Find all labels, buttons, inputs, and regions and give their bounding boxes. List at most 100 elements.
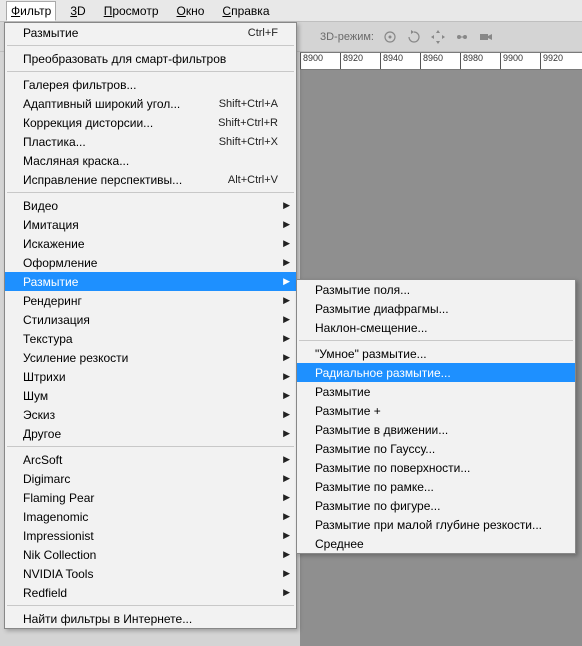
menu-item[interactable]: Искажение▶	[5, 234, 296, 253]
menu-item[interactable]: Шум▶	[5, 386, 296, 405]
menu-item[interactable]: РазмытиеCtrl+F	[5, 23, 296, 42]
submenu-item[interactable]: Наклон-смещение...	[297, 318, 575, 337]
menu-item[interactable]: NVIDIA Tools ▶	[5, 564, 296, 583]
menubar-item[interactable]: Справка	[218, 2, 273, 20]
submenu-item[interactable]: Размытие при малой глубине резкости...	[297, 515, 575, 534]
submenu-arrow-icon: ▶	[283, 568, 290, 579]
roll-icon[interactable]	[406, 29, 422, 45]
menu-item[interactable]: Эскиз▶	[5, 405, 296, 424]
submenu-arrow-icon: ▶	[283, 371, 290, 382]
submenu-item[interactable]: "Умное" размытие...	[297, 344, 575, 363]
menubar-item[interactable]: 3D	[66, 2, 89, 20]
menu-item[interactable]: Штрихи▶	[5, 367, 296, 386]
submenu-arrow-icon: ▶	[283, 200, 290, 211]
menu-item[interactable]: Видео ▶	[5, 196, 296, 215]
menubar-item[interactable]: Окно	[173, 2, 209, 20]
menu-item[interactable]: ArcSoft▶	[5, 450, 296, 469]
menu-item-label: Оформление	[23, 256, 278, 270]
menu-item-label: "Умное" размытие...	[315, 347, 557, 361]
menu-item-label: Размытие	[23, 26, 248, 40]
submenu-arrow-icon: ▶	[283, 454, 290, 465]
orbit-icon[interactable]	[382, 29, 398, 45]
menu-item[interactable]: Имитация▶	[5, 215, 296, 234]
menu-item-label: Усиление резкости	[23, 351, 278, 365]
menu-item-label: Видео	[23, 199, 278, 213]
menu-item[interactable]: Imagenomic ▶	[5, 507, 296, 526]
submenu-item[interactable]: Размытие по Гауссу...	[297, 439, 575, 458]
menu-item-label: Digimarc	[23, 472, 278, 486]
camera-icon[interactable]	[478, 29, 494, 45]
menu-item[interactable]: Размытие▶	[5, 272, 296, 291]
slide-icon[interactable]	[454, 29, 470, 45]
submenu-arrow-icon: ▶	[283, 549, 290, 560]
submenu-item[interactable]: Размытие +	[297, 401, 575, 420]
menubar-item[interactable]: Просмотр	[100, 2, 163, 20]
menu-item-label: Impressionist	[23, 529, 278, 543]
menu-item[interactable]: Галерея фильтров...	[5, 75, 296, 94]
submenu-item[interactable]: Размытие в движении...	[297, 420, 575, 439]
submenu-item[interactable]: Размытие по рамке...	[297, 477, 575, 496]
menu-item[interactable]: Найти фильтры в Интернете...	[5, 609, 296, 628]
menu-item-label: Исправление перспективы...	[23, 173, 228, 187]
ruler-tick: 9900	[500, 53, 540, 69]
menu-item[interactable]: Текстура▶	[5, 329, 296, 348]
menu-item-label: Размытие +	[315, 404, 557, 418]
submenu-item[interactable]: Радиальное размытие...	[297, 363, 575, 382]
menu-item-label: Адаптивный широкий угол...	[23, 97, 219, 111]
submenu-arrow-icon: ▶	[283, 276, 290, 287]
ruler-tick: 8920	[340, 53, 380, 69]
menu-item[interactable]: Исправление перспективы...Alt+Ctrl+V	[5, 170, 296, 189]
ruler-tick: 9920	[540, 53, 580, 69]
blur-submenu: Размытие поля... Размытие диафрагмы... Нак…	[296, 279, 576, 554]
submenu-item[interactable]: Размытие	[297, 382, 575, 401]
menu-item-label: Размытие по рамке...	[315, 480, 557, 494]
submenu-item[interactable]: Размытие поля...	[297, 280, 575, 299]
menu-item[interactable]: Flaming Pear▶	[5, 488, 296, 507]
submenu-arrow-icon: ▶	[283, 390, 290, 401]
submenu-item[interactable]: Среднее	[297, 534, 575, 553]
submenu-arrow-icon: ▶	[283, 511, 290, 522]
menu-item-label: Размытие диафрагмы...	[315, 302, 557, 316]
menu-item[interactable]: Оформление ▶	[5, 253, 296, 272]
menu-item[interactable]: Digimarc▶	[5, 469, 296, 488]
menu-separator	[7, 71, 294, 72]
menu-separator	[7, 192, 294, 193]
menu-item-label: Галерея фильтров...	[23, 78, 278, 92]
menu-item[interactable]: Redfield▶	[5, 583, 296, 602]
menu-item-label: Размытие по фигуре...	[315, 499, 557, 513]
submenu-item[interactable]: Размытие по поверхности...	[297, 458, 575, 477]
menu-separator	[299, 340, 573, 341]
pan-icon[interactable]	[430, 29, 446, 45]
menu-item[interactable]: Масляная краска...	[5, 151, 296, 170]
menu-item[interactable]: Адаптивный широкий угол...Shift+Ctrl+A	[5, 94, 296, 113]
menubar-item[interactable]: Фильтр	[6, 1, 56, 21]
menu-item-shortcut: Alt+Ctrl+V	[228, 174, 278, 186]
submenu-arrow-icon: ▶	[283, 257, 290, 268]
menu-item-label: Imagenomic	[23, 510, 278, 524]
submenu-item[interactable]: Размытие по фигуре...	[297, 496, 575, 515]
menu-item-label: Рендеринг	[23, 294, 278, 308]
menu-item-label: Размытие поля...	[315, 283, 557, 297]
menu-item-label: NVIDIA Tools	[23, 567, 278, 581]
menu-item-label: Стилизация	[23, 313, 278, 327]
menu-item[interactable]: Пластика...Shift+Ctrl+X	[5, 132, 296, 151]
menu-item[interactable]: Коррекция дисторсии...Shift+Ctrl+R	[5, 113, 296, 132]
submenu-arrow-icon: ▶	[283, 238, 290, 249]
menu-item[interactable]: Стилизация ▶	[5, 310, 296, 329]
menu-item[interactable]: Усиление резкости ▶	[5, 348, 296, 367]
menu-item[interactable]: Преобразовать для смарт-фильтров	[5, 49, 296, 68]
submenu-arrow-icon: ▶	[283, 295, 290, 306]
menu-item-label: Наклон-смещение...	[315, 321, 557, 335]
menu-item[interactable]: Другое▶	[5, 424, 296, 443]
ruler-tick: 8980	[460, 53, 500, 69]
menu-item[interactable]: Nik Collection▶	[5, 545, 296, 564]
submenu-item[interactable]: Размытие диафрагмы...	[297, 299, 575, 318]
submenu-arrow-icon: ▶	[283, 314, 290, 325]
submenu-arrow-icon: ▶	[283, 352, 290, 363]
horizontal-ruler: 8900892089408960898099009920	[300, 52, 582, 70]
menu-item-label: Redfield	[23, 586, 278, 600]
menu-item-label: Эскиз	[23, 408, 278, 422]
menu-item[interactable]: Impressionist▶	[5, 526, 296, 545]
menu-item-shortcut: Shift+Ctrl+R	[218, 117, 278, 129]
menu-item[interactable]: Рендеринг ▶	[5, 291, 296, 310]
